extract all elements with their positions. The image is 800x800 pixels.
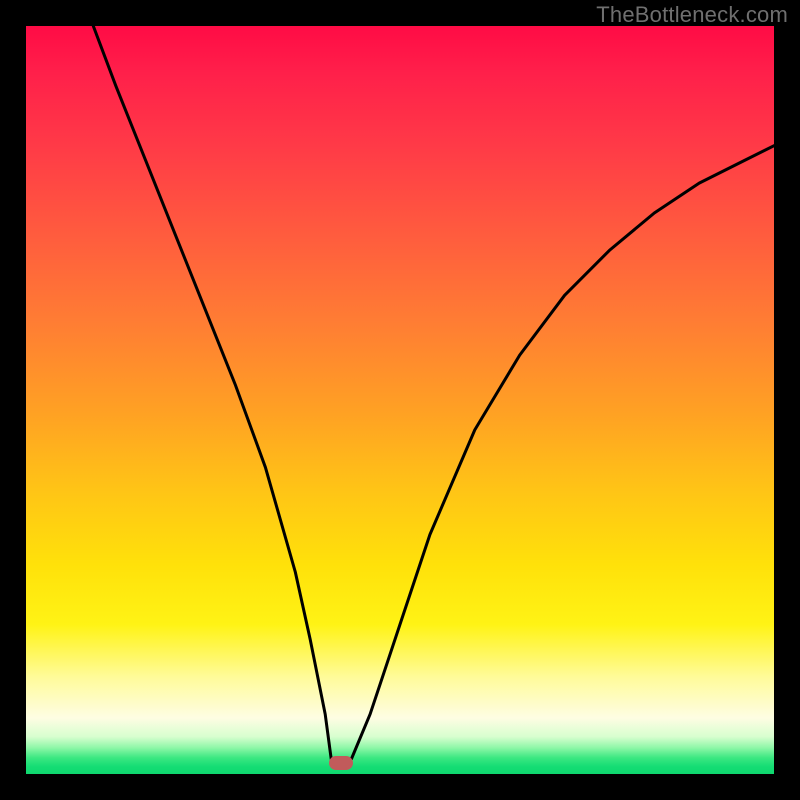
minimum-marker bbox=[329, 756, 353, 770]
bottleneck-curve bbox=[26, 26, 774, 774]
attribution-text: TheBottleneck.com bbox=[596, 2, 788, 28]
chart-frame: TheBottleneck.com bbox=[0, 0, 800, 800]
curve-path bbox=[93, 26, 774, 759]
